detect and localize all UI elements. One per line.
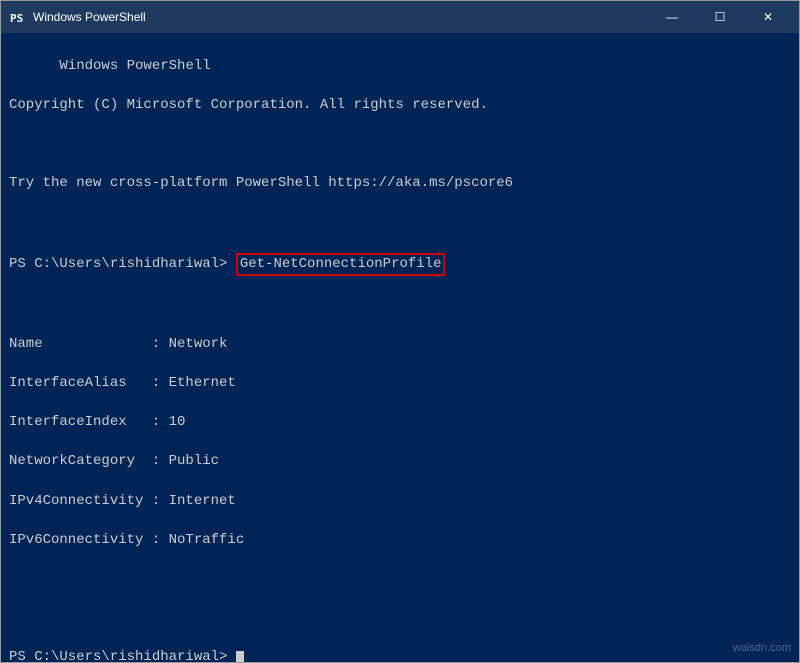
output-category: NetworkCategory : Public <box>9 453 219 469</box>
output-alias: InterfaceAlias : Ethernet <box>9 375 236 391</box>
minimize-button[interactable]: — <box>649 1 695 33</box>
output-index: InterfaceIndex : 10 <box>9 414 185 430</box>
blank-line-2 <box>9 214 17 230</box>
maximize-button[interactable]: ☐ <box>697 1 743 33</box>
title-bar: PS Windows PowerShell — ☐ ✕ <box>1 1 799 33</box>
output-ipv6: IPv6Connectivity : NoTraffic <box>9 532 244 548</box>
window-controls: — ☐ ✕ <box>649 1 791 33</box>
copyright-line: Copyright (C) Microsoft Corporation. All… <box>9 97 488 113</box>
watermark: waisdn.com <box>733 642 791 654</box>
svg-text:PS: PS <box>10 12 23 25</box>
blank-line-3 <box>9 297 17 313</box>
blank-line-1 <box>9 136 17 152</box>
blank-line-4 <box>9 571 17 587</box>
close-button[interactable]: ✕ <box>745 1 791 33</box>
prompt-1: PS C:\Users\rishidhariwal> <box>9 256 227 272</box>
output-ipv4: IPv4Connectivity : Internet <box>9 493 236 509</box>
blank-line-5 <box>9 610 17 626</box>
terminal-output: Windows PowerShell Copyright (C) Microso… <box>9 37 791 662</box>
output-name: Name : Network <box>9 336 227 352</box>
window-title: Windows PowerShell <box>33 10 649 24</box>
app-name-line: Windows PowerShell <box>59 58 210 74</box>
pscore-line: Try the new cross-platform PowerShell ht… <box>9 175 513 191</box>
prompt-2: PS C:\Users\rishidhariwal> <box>9 649 227 662</box>
cursor <box>236 651 244 662</box>
command-highlighted: Get-NetConnectionProfile <box>236 253 446 277</box>
terminal-body[interactable]: Windows PowerShell Copyright (C) Microso… <box>1 33 799 662</box>
powershell-window: PS Windows PowerShell — ☐ ✕ Windows Powe… <box>0 0 800 663</box>
app-icon: PS <box>9 9 25 25</box>
